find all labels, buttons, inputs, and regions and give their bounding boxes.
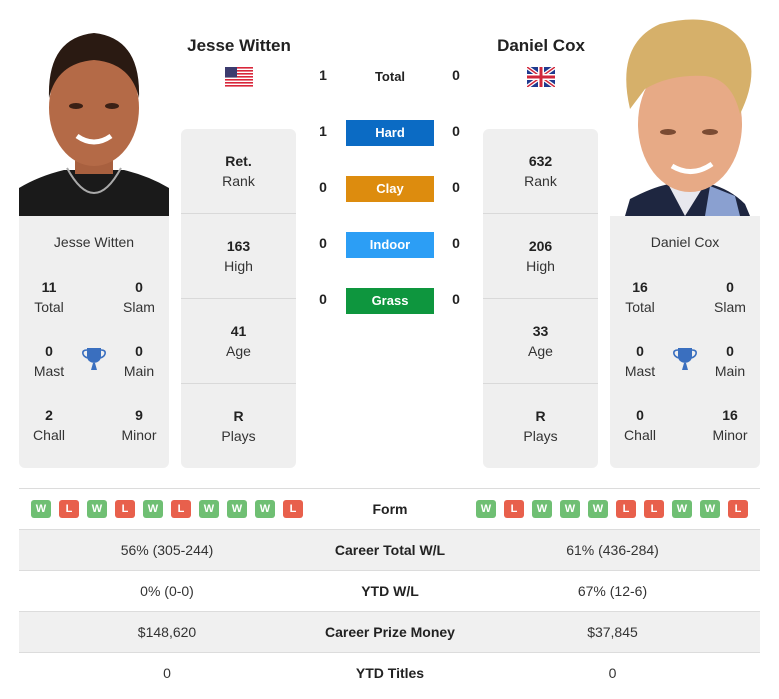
form-label: Form xyxy=(372,501,408,517)
player1-titles-minor: 9 Minor xyxy=(121,407,157,443)
form-win-badge[interactable]: W xyxy=(255,500,275,518)
player1-high: 163 High xyxy=(224,238,253,274)
player1-titles-slam: 0 Slam xyxy=(123,279,155,315)
surface-grass-button[interactable]: Grass xyxy=(346,288,434,314)
table-row: 0 YTD Titles 0 xyxy=(19,652,760,693)
player1-card-name[interactable]: Jesse Witten xyxy=(19,234,169,250)
us-flag-icon xyxy=(225,67,253,87)
form-loss-badge[interactable]: L xyxy=(728,500,748,518)
player2-titles-chall: 0 Chall xyxy=(624,407,656,443)
player1-form-badges: WLWLWLWWWL xyxy=(31,500,303,518)
form-win-badge[interactable]: W xyxy=(532,500,552,518)
form-loss-badge[interactable]: L xyxy=(171,500,191,518)
player1-titles-chall: 2 Chall xyxy=(33,407,65,443)
divider xyxy=(483,298,598,299)
form-loss-badge[interactable]: L xyxy=(115,500,135,518)
player1-photo xyxy=(19,18,169,216)
player2-high: 206 High xyxy=(526,238,555,274)
divider xyxy=(483,213,598,214)
form-loss-badge[interactable]: L xyxy=(59,500,79,518)
h2h-indoor-p2: 0 xyxy=(452,235,460,251)
divider xyxy=(483,383,598,384)
h2h-hard-p1: 1 xyxy=(319,123,327,139)
table-row: $148,620 Career Prize Money $37,845 xyxy=(19,611,760,652)
form-win-badge[interactable]: W xyxy=(560,500,580,518)
row-label: YTD W/L xyxy=(361,583,419,599)
surface-indoor-button[interactable]: Indoor xyxy=(346,232,434,258)
player1-value: 56% (305-244) xyxy=(120,542,214,558)
form-win-badge[interactable]: W xyxy=(227,500,247,518)
form-win-badge[interactable]: W xyxy=(672,500,692,518)
form-row: WLWLWLWWWL Form WLWWWLLWWL xyxy=(19,488,760,529)
h2h-grass-p2: 0 xyxy=(452,291,460,307)
h2h-total-p2: 0 xyxy=(452,67,460,83)
player1-titles-mast: 0 Mast xyxy=(33,343,65,379)
form-win-badge[interactable]: W xyxy=(31,500,51,518)
player2-value: 67% (12-6) xyxy=(577,583,648,599)
uk-flag-icon xyxy=(525,65,557,89)
player1-rank: Ret. Rank xyxy=(222,153,255,189)
player2-photo xyxy=(610,14,760,216)
player2-titles-slam: 0 Slam xyxy=(714,279,746,315)
player2-rank: 632 Rank xyxy=(524,153,557,189)
player1-value: 0% (0-0) xyxy=(140,583,194,599)
player2-name-heading[interactable]: Daniel Cox xyxy=(476,36,606,56)
row-label: YTD Titles xyxy=(355,665,425,681)
form-loss-badge[interactable]: L xyxy=(644,500,664,518)
player2-plays: R Plays xyxy=(523,408,558,444)
h2h-total-label: Total xyxy=(374,69,406,84)
form-loss-badge[interactable]: L xyxy=(616,500,636,518)
player2-titles-card: Daniel Cox 16 Total 0 Slam 0 Mast 0 Main… xyxy=(610,216,760,468)
player2-value: 61% (436-284) xyxy=(566,542,659,558)
player1-value: 0 xyxy=(163,665,171,681)
row-label: Career Total W/L xyxy=(334,542,446,558)
player2-card-name[interactable]: Daniel Cox xyxy=(610,234,760,250)
player2-titles-total: 16 Total xyxy=(625,279,655,315)
divider xyxy=(181,213,296,214)
player2-age: 33 Age xyxy=(528,323,553,359)
table-row: 56% (305-244) Career Total W/L 61% (436-… xyxy=(19,529,760,570)
player1-titles-main: 0 Main xyxy=(123,343,155,379)
row-label: Career Prize Money xyxy=(325,624,455,640)
player2-form-badges: WLWWWLLWWL xyxy=(476,500,748,518)
form-win-badge[interactable]: W xyxy=(199,500,219,518)
player2-stats-card: 632 Rank 206 High 33 Age R Plays xyxy=(483,129,598,468)
form-win-badge[interactable]: W xyxy=(700,500,720,518)
surface-clay-button[interactable]: Clay xyxy=(346,176,434,202)
player1-age: 41 Age xyxy=(226,323,251,359)
form-win-badge[interactable]: W xyxy=(143,500,163,518)
player2-titles-mast: 0 Mast xyxy=(624,343,656,379)
divider xyxy=(181,298,296,299)
form-win-badge[interactable]: W xyxy=(588,500,608,518)
player1-titles-card: Jesse Witten 11 Total 0 Slam 0 Mast 0 Ma… xyxy=(19,216,169,468)
form-win-badge[interactable]: W xyxy=(476,500,496,518)
player1-plays: R Plays xyxy=(221,408,256,444)
divider xyxy=(181,383,296,384)
h2h-hard-p2: 0 xyxy=(452,123,460,139)
player2-titles-minor: 16 Minor xyxy=(712,407,748,443)
player2-value: $37,845 xyxy=(587,624,638,640)
player2-titles-main: 0 Main xyxy=(714,343,746,379)
form-win-badge[interactable]: W xyxy=(87,500,107,518)
form-loss-badge[interactable]: L xyxy=(283,500,303,518)
player1-titles-total: 11 Total xyxy=(34,279,64,315)
form-loss-badge[interactable]: L xyxy=(504,500,524,518)
player2-value: 0 xyxy=(608,665,617,681)
table-row: 0% (0-0) YTD W/L 67% (12-6) xyxy=(19,570,760,611)
surface-hard-button[interactable]: Hard xyxy=(346,120,434,146)
h2h-grass-p1: 0 xyxy=(319,291,327,307)
player1-value: $148,620 xyxy=(137,624,197,640)
player1-name-heading[interactable]: Jesse Witten xyxy=(174,36,304,56)
h2h-total-p1: 1 xyxy=(319,67,327,83)
h2h-indoor-p1: 0 xyxy=(319,235,327,251)
h2h-clay-p1: 0 xyxy=(319,179,327,195)
h2h-clay-p2: 0 xyxy=(452,179,460,195)
player1-stats-card: Ret. Rank 163 High 41 Age R Plays xyxy=(181,129,296,468)
